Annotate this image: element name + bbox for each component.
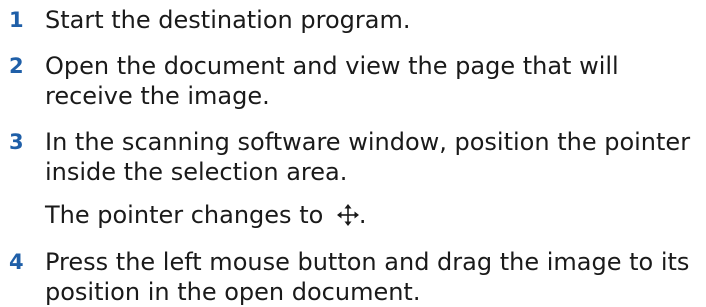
step-2: 2 Open the document and view the page th… bbox=[9, 51, 699, 111]
step-number: 4 bbox=[9, 250, 24, 274]
move-cursor-icon bbox=[336, 203, 359, 226]
step-text: Open the document and view the page that… bbox=[45, 52, 619, 110]
step-4: 4 Press the left mouse button and drag t… bbox=[9, 247, 699, 307]
step-number: 1 bbox=[9, 8, 24, 32]
step-3-note: The pointer changes to . bbox=[9, 200, 699, 230]
instruction-steps: 1 Start the destination program. 2 Open … bbox=[9, 0, 699, 307]
step-number: 3 bbox=[9, 130, 24, 154]
step-3: 3 In the scanning software window, posit… bbox=[9, 127, 699, 187]
step-text: In the scanning software window, positio… bbox=[45, 128, 691, 186]
step-text: Press the left mouse button and drag the… bbox=[45, 248, 690, 306]
note-period: . bbox=[358, 201, 367, 229]
step-text: Start the destination program. bbox=[45, 6, 411, 34]
step-1: 1 Start the destination program. bbox=[9, 5, 699, 35]
note-text: The pointer changes to bbox=[45, 201, 331, 229]
step-number: 2 bbox=[9, 54, 24, 78]
